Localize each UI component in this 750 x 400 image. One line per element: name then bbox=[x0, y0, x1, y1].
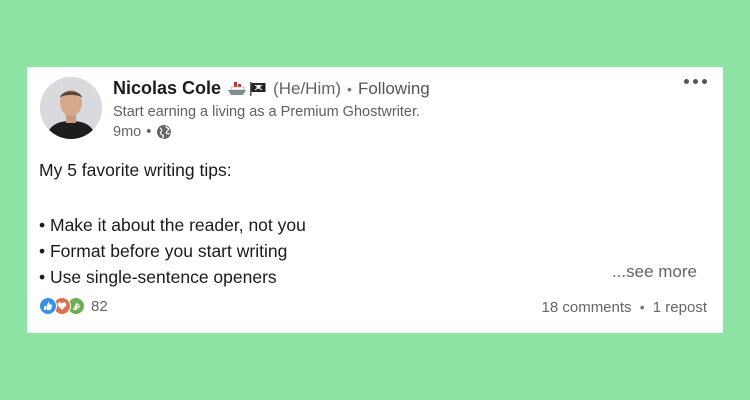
separator-dot: • bbox=[347, 80, 352, 97]
like-icon bbox=[39, 297, 57, 315]
author-avatar[interactable] bbox=[40, 77, 102, 139]
separator-dot: • bbox=[146, 124, 152, 140]
post-body: My 5 favorite writing tips: • Make it ab… bbox=[39, 159, 306, 290]
social-counts: 18 comments • 1 repost bbox=[542, 299, 708, 316]
post-card: Nicolas Cole (He/Him) • Following Start … bbox=[27, 67, 723, 333]
author-name[interactable]: Nicolas Cole bbox=[113, 78, 221, 99]
comments-link[interactable]: 18 comments bbox=[542, 299, 632, 316]
ship-emoji-icon bbox=[228, 81, 247, 95]
author-line: Nicolas Cole (He/Him) • Following bbox=[113, 78, 430, 99]
author-pronouns: (He/Him) bbox=[273, 78, 342, 98]
list-item: • Format before you start writing bbox=[39, 241, 288, 261]
more-options-button[interactable] bbox=[684, 79, 707, 84]
post-age: 9mo bbox=[113, 124, 142, 140]
reposts-link[interactable]: 1 repost bbox=[653, 299, 707, 316]
reaction-count: 82 bbox=[91, 297, 108, 315]
reactions-summary[interactable]: 82 bbox=[39, 297, 108, 315]
more-horizontal-icon bbox=[684, 79, 689, 84]
post-intro: My 5 favorite writing tips: bbox=[39, 160, 232, 180]
author-headline: Start earning a living as a Premium Ghos… bbox=[113, 104, 421, 120]
list-item: • Use single-sentence openers bbox=[39, 267, 277, 287]
globe-icon bbox=[157, 125, 172, 140]
separator-dot: • bbox=[639, 299, 645, 315]
following-status[interactable]: Following bbox=[358, 79, 430, 99]
see-more-button[interactable]: ...see more bbox=[612, 262, 697, 282]
author-badges bbox=[227, 81, 267, 97]
list-item: • Make it about the reader, not you bbox=[39, 215, 306, 235]
post-meta: 9mo • bbox=[113, 124, 172, 140]
pirate-flag-emoji-icon bbox=[250, 81, 266, 96]
